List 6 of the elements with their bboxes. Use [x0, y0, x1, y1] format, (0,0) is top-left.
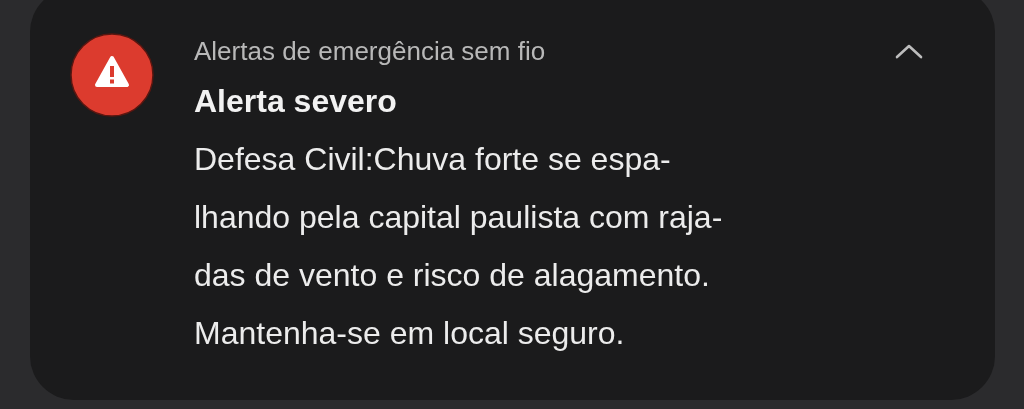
- app-name: Alertas de emergência sem fio: [194, 35, 546, 67]
- warning-icon: [70, 33, 154, 117]
- alert-message: Defesa Civil:Chuva forte se espa- lhando pela capital paulista com raja- das de vento e risco de alagamento. Mantenha-se em local seguro.: [194, 140, 724, 353]
- chevron-icon[interactable]: [895, 43, 923, 59]
- notification-card[interactable]: Alertas de emergência sem fio Alerta severo Defesa Civil:Chuva forte se espa- lhando pela capital paulista com raja- das de vento e risco de alagamento. Mantenha-se em local seguro.: [30, 0, 995, 400]
- alert-title: Alerta severo: [194, 83, 398, 120]
